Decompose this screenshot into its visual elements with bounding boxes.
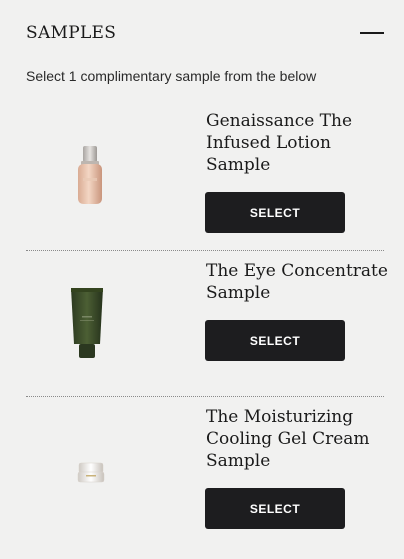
lotion-bottle-icon [78,146,102,204]
sample-item: The Moisturizing Cooling Gel Cream Sampl… [0,396,404,559]
cream-jar-icon [77,462,105,483]
sample-name: The Moisturizing Cooling Gel Cream Sampl… [206,407,370,471]
divider [26,250,384,251]
eye-cream-tube-icon [71,288,103,358]
select-button[interactable]: SELECT [205,192,345,233]
sample-item: The Eye Concentrate Sample SELECT [0,250,404,396]
sample-name: The Eye Concentrate Sample [206,261,388,303]
sample-name: Genaissance The Infused Lotion Sample [206,111,353,175]
select-button[interactable]: SELECT [205,320,345,361]
divider [26,396,384,397]
select-button[interactable]: SELECT [205,488,345,529]
sample-item: Genaissance The Infused Lotion Sample SE… [0,0,404,250]
